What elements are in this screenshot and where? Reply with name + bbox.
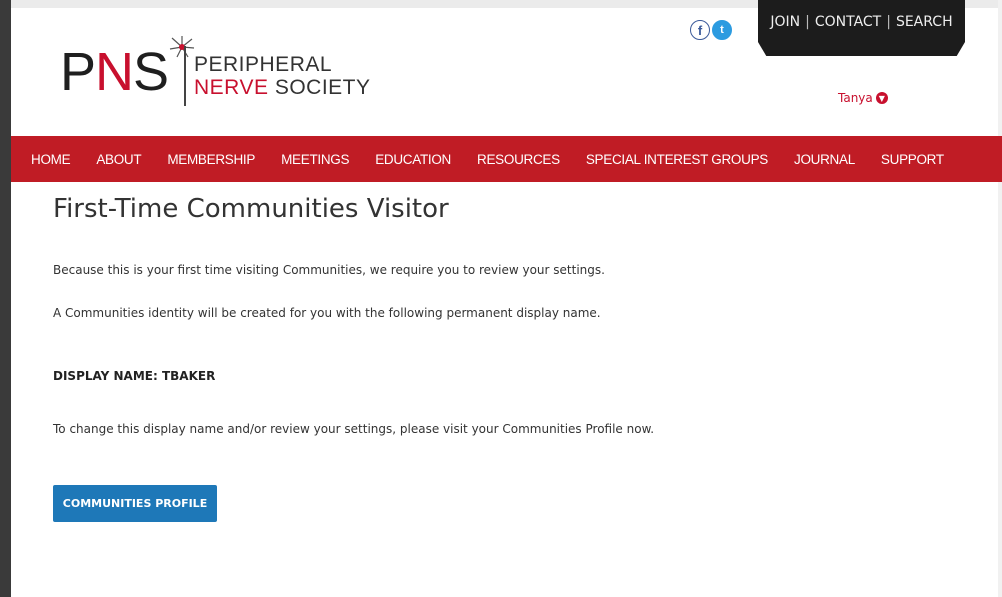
nav-item-education[interactable]: EDUCATION: [375, 152, 451, 167]
nav-item-special-interest-groups[interactable]: SPECIAL INTEREST GROUPS: [586, 152, 768, 167]
logo-line1: PERIPHERAL: [194, 53, 333, 76]
logo-letter-p: P: [60, 42, 96, 102]
site-logo[interactable]: PNS PERIPHERAL NERVE SOCIETY: [60, 36, 380, 108]
identity-text: A Communities identity will be created f…: [53, 306, 601, 320]
logo-letter-s: S: [133, 42, 169, 102]
search-link[interactable]: SEARCH: [896, 14, 953, 30]
logo-letter-n: N: [95, 42, 134, 102]
communities-profile-button[interactable]: COMMUNITIES PROFILE: [53, 485, 217, 522]
main-nav: HOME ABOUT MEMBERSHIP MEETINGS EDUCATION…: [11, 136, 1002, 182]
logo-letters: PNS: [60, 42, 169, 102]
nav-item-resources[interactable]: RESOURCES: [477, 152, 560, 167]
change-instructions-text: To change this display name and/or revie…: [53, 422, 655, 436]
nav-item-about[interactable]: ABOUT: [96, 152, 141, 167]
ribbon-separator: |: [805, 14, 810, 30]
user-menu[interactable]: Tanya ▼: [838, 91, 888, 105]
left-border: [0, 0, 11, 597]
intro-text: Because this is your first time visiting…: [53, 263, 605, 277]
social-links: f t: [690, 20, 732, 40]
contact-link[interactable]: CONTACT: [815, 14, 881, 30]
utility-ribbon: JOIN | CONTACT | SEARCH: [758, 0, 965, 56]
right-border: [998, 0, 1002, 597]
nav-item-membership[interactable]: MEMBERSHIP: [167, 152, 255, 167]
logo-divider: [184, 46, 186, 106]
logo-line2-dark: SOCIETY: [274, 76, 371, 99]
nav-item-support[interactable]: SUPPORT: [881, 152, 944, 167]
facebook-icon[interactable]: f: [690, 20, 710, 40]
ribbon-separator: |: [886, 14, 891, 30]
nav-item-home[interactable]: HOME: [31, 152, 71, 167]
nav-item-journal[interactable]: JOURNAL: [794, 152, 855, 167]
page-title: First-Time Communities Visitor: [53, 194, 449, 224]
user-name: Tanya: [838, 91, 873, 105]
nav-item-meetings[interactable]: MEETINGS: [281, 152, 349, 167]
logo-society-name: PERIPHERAL NERVE SOCIETY: [194, 53, 371, 99]
twitter-icon[interactable]: t: [712, 20, 732, 40]
chevron-down-icon: ▼: [875, 92, 888, 104]
logo-line2: NERVE SOCIETY: [194, 76, 371, 99]
neuron-icon: [169, 36, 195, 58]
join-link[interactable]: JOIN: [770, 14, 800, 30]
logo-line2-red: NERVE: [194, 76, 269, 99]
display-name-label: DISPLAY NAME: TBAKER: [53, 369, 216, 383]
